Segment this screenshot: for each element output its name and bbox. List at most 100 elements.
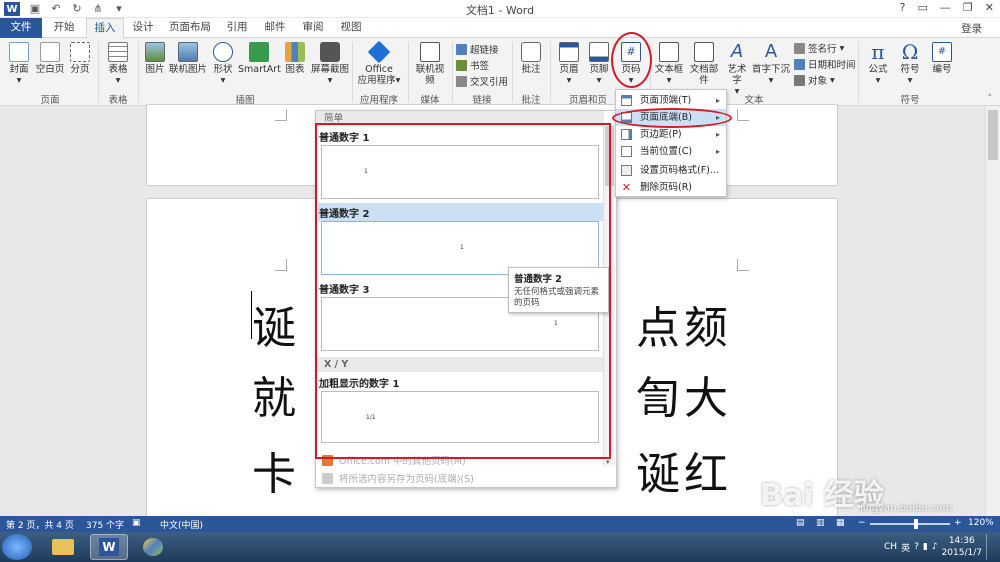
status-bar: 第 2 页，共 4 页 375 个字 ▣ 中文(中国) ▤ ▥ ▦ − + 12… [0,516,1000,532]
group-label-pages: 页面 [40,95,60,106]
sign-in-link[interactable]: 登录 [961,21,982,36]
word-count[interactable]: 375 个字 [86,518,124,531]
tab-references[interactable]: 引用 [220,18,254,38]
ime-mode[interactable]: 英 [901,541,910,554]
menu-item-page-margins[interactable]: 页边距(P) ▸ [616,126,726,143]
tab-file[interactable]: 文件 [0,18,42,38]
scroll-down-icon[interactable]: ▾ [606,458,610,466]
chart-button[interactable]: 图表 [282,42,308,75]
document-text-line-2-end[interactable]: 訇大 [636,362,732,426]
zoom-level[interactable]: 120% [968,518,994,528]
show-desktop-button[interactable] [986,534,996,560]
help-tray-icon[interactable]: ? [914,542,919,552]
footer-button[interactable]: 页脚 ▾ [586,42,612,86]
margin-corner [737,109,749,121]
calendar-icon [794,58,805,70]
window-controls: ? ▭ — ❐ ✕ [900,1,994,14]
clock[interactable]: 14:36 2015/1/7 [942,535,982,559]
minimize-button[interactable]: — [940,1,951,14]
object-button[interactable]: 对象 ▾ [794,73,835,87]
save-selection-as-page-number[interactable]: 将所选内容另存为页码(底端)(S) [322,471,474,485]
document-text-line-3-end[interactable]: 诞红 [636,438,732,502]
office-apps-button[interactable]: Office 应用程序▾ [356,40,402,86]
palette-icon [143,538,163,556]
file-explorer-icon[interactable] [44,534,82,560]
drop-cap-button[interactable]: A 首字下沉 ▾ [752,41,790,87]
scrollbar-thumb[interactable] [988,110,998,160]
table-button[interactable]: 表格 ▾ [104,42,132,86]
tab-insert[interactable]: 插入 [86,18,124,39]
tab-design[interactable]: 设计 [126,18,160,38]
bookmark-button[interactable]: 书签 [456,58,489,72]
tab-home[interactable]: 开始 [44,18,84,38]
tab-layout[interactable]: 页面布局 [164,18,216,38]
menu-item-format-page-numbers[interactable]: 设置页码格式(F)... [616,162,726,179]
screenshot-button[interactable]: 屏幕截图 ▾ [310,42,350,86]
symbol-button[interactable]: Ω 符号 ▾ [896,42,924,86]
blank-page-button[interactable]: 空白页 [34,42,66,75]
cover-page-button[interactable]: 封面 ▾ [4,42,34,86]
number-icon: # [932,42,952,62]
word-logo-icon[interactable]: W [4,2,20,16]
camera-icon [320,42,340,62]
start-button-icon[interactable] [2,534,32,560]
zoom-in-icon[interactable]: + [954,518,962,528]
signature-icon [794,42,805,54]
shapes-button[interactable]: 形状 ▾ [210,42,236,86]
web-layout-icon[interactable]: ▦ [836,518,845,528]
tab-mailings[interactable]: 邮件 [258,18,292,38]
menu-item-remove-page-numbers[interactable]: ✕ 删除页码(R) [616,179,726,196]
margin-corner [275,109,287,121]
volume-icon[interactable]: ♪ [932,542,938,552]
vertical-scrollbar[interactable] [985,106,1000,516]
drop-cap-icon: A [764,41,778,62]
ime-indicator[interactable]: CH [884,542,897,552]
print-layout-icon[interactable]: ▥ [816,518,825,528]
datetime-button[interactable]: 日期和时间 [794,57,856,71]
menu-item-current-position[interactable]: 当前位置(C) ▸ [616,143,726,160]
group-separator [352,42,353,102]
document-text-line-1-start[interactable]: 诞 [252,292,300,356]
customize-qat-icon[interactable]: ▾ [113,3,125,15]
zoom-slider-thumb[interactable] [914,519,918,529]
zoom-out-icon[interactable]: − [858,518,866,528]
collapse-ribbon-icon[interactable]: ˄ [988,94,993,104]
comment-button[interactable]: 批注 [516,42,546,75]
wordart-button[interactable]: A 艺术字 ▾ [724,42,750,98]
picture-button[interactable]: 图片 [142,42,168,75]
touch-mode-icon[interactable]: ⋔ [92,3,104,15]
language[interactable]: 中文(中国) [160,518,203,531]
document-text-line-1-end[interactable]: 点颏 [636,292,732,356]
read-mode-icon[interactable]: ▤ [796,518,805,528]
tab-view[interactable]: 视图 [334,18,368,38]
close-button[interactable]: ✕ [985,1,994,14]
page-count[interactable]: 第 2 页，共 4 页 [6,518,74,531]
header-button[interactable]: 页眉 ▾ [556,42,582,86]
paint-icon[interactable] [134,534,172,560]
document-text-line-3-start[interactable]: 卡 [252,438,300,502]
hyperlink-button[interactable]: 超链接 [456,42,499,56]
document-text-line-2-start[interactable]: 就 [252,362,300,426]
textbox-button[interactable]: 文本框 ▾ [654,42,684,86]
signature-line-button[interactable]: 签名行 ▾ [794,41,844,55]
proofing-icon[interactable]: ▣ [132,518,141,528]
redo-icon[interactable]: ↻ [71,3,83,15]
online-picture-button[interactable]: 联机图片 [168,42,208,75]
help-button[interactable]: ? [900,1,906,14]
number-button[interactable]: # 编号 [928,42,956,75]
tab-review[interactable]: 审阅 [296,18,330,38]
group-separator [452,42,453,102]
zoom-slider[interactable] [870,519,950,529]
save-icon[interactable]: ▣ [29,3,41,15]
network-icon[interactable]: ▮ [923,542,928,552]
menu-item-top-of-page[interactable]: 页面顶端(T) ▸ [616,92,726,109]
word-taskbar-icon[interactable]: W [90,534,128,560]
restore-button[interactable]: ❐ [963,1,973,14]
ribbon-display-icon[interactable]: ▭ [918,1,928,14]
online-video-button[interactable]: 联机视频 [412,42,448,86]
page-break-button[interactable]: 分页 [68,42,92,75]
smartart-button[interactable]: SmartArt [238,42,281,75]
cross-reference-button[interactable]: 交叉引用 [456,74,508,88]
equation-button[interactable]: π 公式 ▾ [864,42,892,86]
undo-icon[interactable]: ↶ [50,3,62,15]
